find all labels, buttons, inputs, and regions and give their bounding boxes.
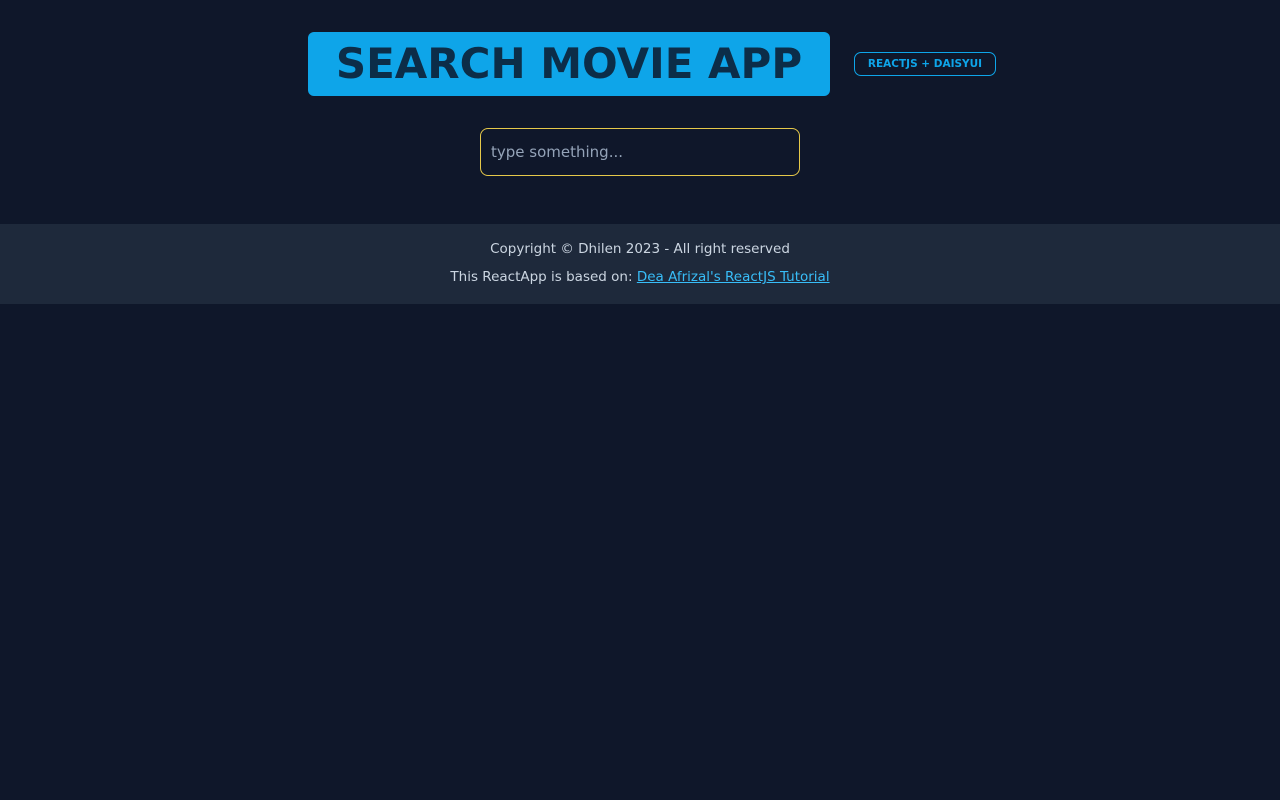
- footer: Copyright © Dhilen 2023 - All right rese…: [0, 224, 1280, 304]
- app-title: SEARCH MOVIE APP: [335, 39, 803, 88]
- based-on-label: This ReactApp is based on:: [450, 269, 637, 285]
- header: SEARCH MOVIE APP REACTJS + DAISYUI: [0, 0, 1280, 128]
- based-on-line: This ReactApp is based on: Dea Afrizal's…: [0, 269, 1280, 285]
- copyright-text: Copyright © Dhilen 2023 - All right rese…: [490, 241, 790, 257]
- app-title-banner: SEARCH MOVIE APP: [308, 32, 830, 96]
- tech-badge: REACTJS + DAISYUI: [854, 52, 996, 76]
- search-input[interactable]: [480, 128, 800, 176]
- tutorial-link[interactable]: Dea Afrizal's ReactJS Tutorial: [637, 269, 830, 285]
